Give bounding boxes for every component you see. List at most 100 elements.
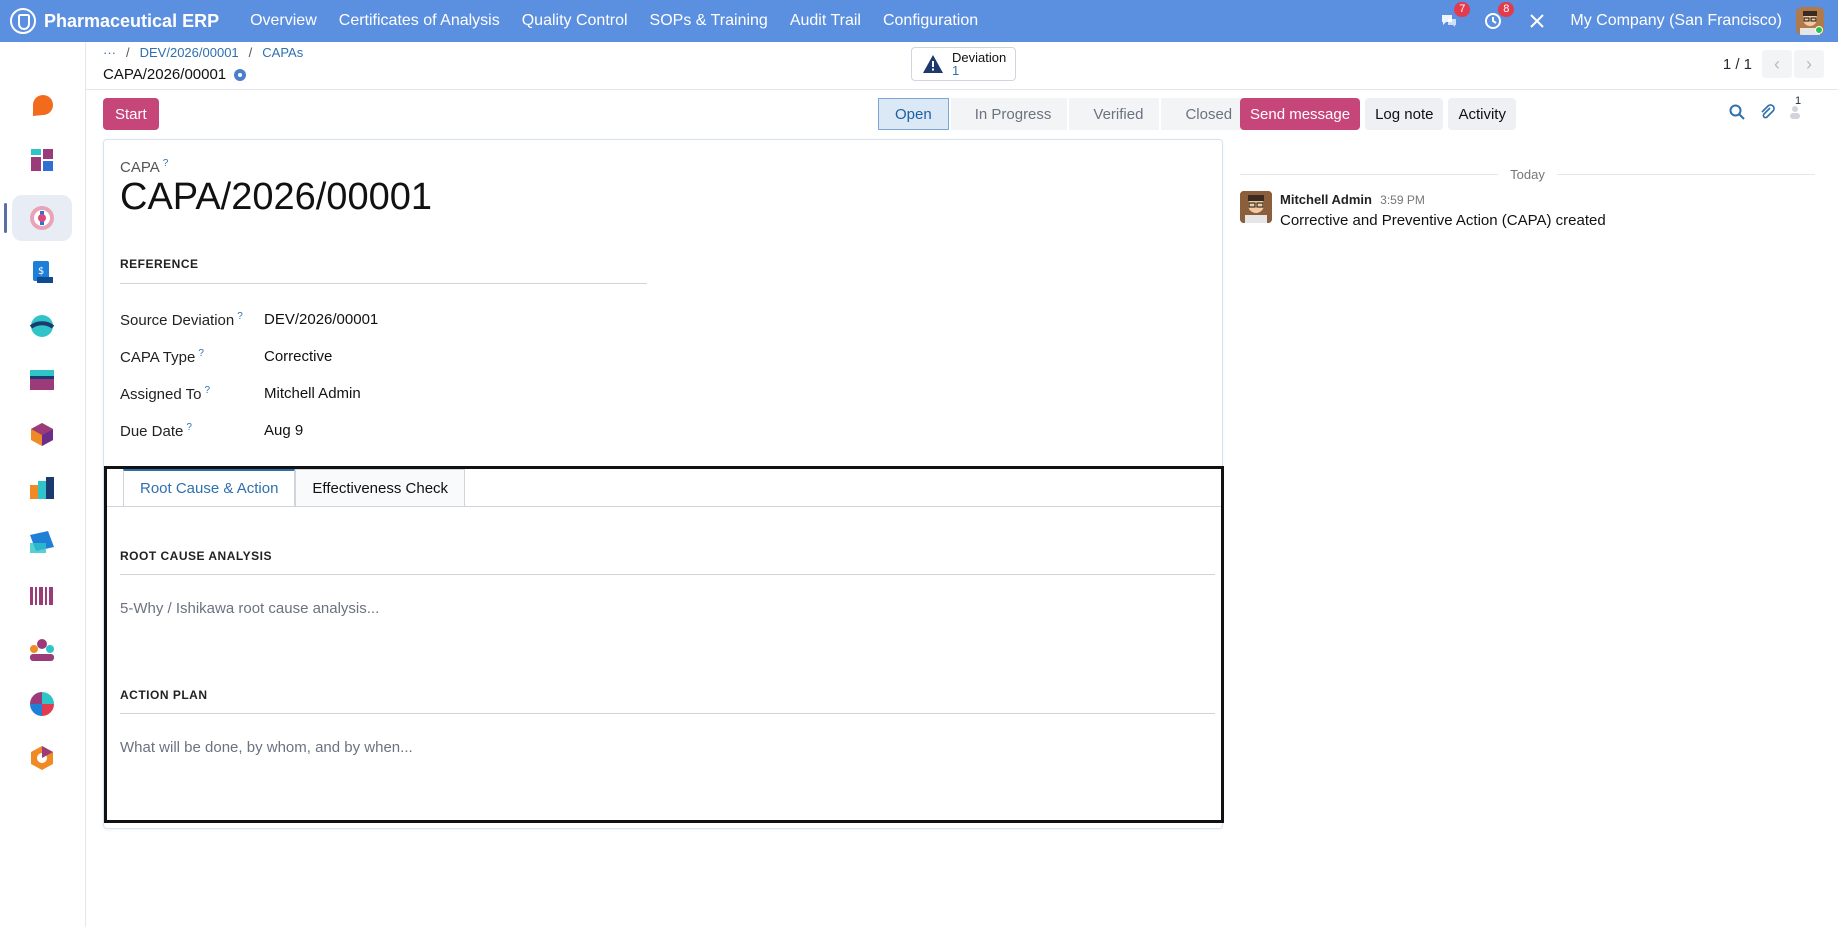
sidebar-app-discuss[interactable] [12,82,72,128]
action-plan-divider [120,713,1215,714]
messages-icon[interactable]: 7 [1438,2,1471,32]
app-logo-icon [10,8,36,34]
due-date-value[interactable]: Aug 9 [264,422,303,440]
breadcrumb-parent[interactable]: DEV/2026/00001 [140,45,239,60]
send-message-button[interactable]: Send message [1240,98,1361,130]
barcode-icon [30,587,53,605]
menu-quality-control[interactable]: Quality Control [522,12,628,30]
inventory-icon [31,423,53,446]
message-time: 3:59 PM [1380,193,1425,207]
field-due-date: Due Date? Aug 9 [120,422,303,440]
main-menu: Overview Certificates of Analysis Qualit… [239,12,989,30]
stage-closed[interactable]: Closed [1161,98,1249,130]
smart-button-text: Deviation 1 [952,51,1006,77]
chatter-message: Mitchell Admin 3:59 PM Corrective and Pr… [1240,191,1606,229]
top-navbar: Pharmaceutical ERP Overview Certificates… [0,0,1838,42]
field-capa-type: CAPA Type? Corrective [120,348,332,366]
pager: 1 / 1 ‹ › [1723,50,1824,78]
log-note-button[interactable]: Log note [1365,98,1444,130]
status-bar: Open In Progress Verified Closed [878,98,1250,130]
paperclip-icon[interactable] [1759,104,1775,120]
assigned-to-value[interactable]: Mitchell Admin [264,385,361,403]
tools-icon[interactable] [1526,10,1548,32]
record-title-text: CAPA/2026/00001 [103,66,227,83]
menu-configuration[interactable]: Configuration [883,12,978,30]
sidebar-app-quality[interactable] [12,195,72,241]
help-icon[interactable]: ? [163,158,169,169]
activity-button[interactable]: Activity [1448,98,1516,130]
sidebar-app-dashboard[interactable] [12,137,72,183]
discuss-icon [33,95,53,116]
message-content: Mitchell Admin 3:59 PM Corrective and Pr… [1280,191,1606,229]
activities-icon[interactable]: 8 [1482,2,1515,32]
company-switcher[interactable]: My Company (San Francisco) [1570,12,1782,30]
breadcrumb-list[interactable]: CAPAs [262,45,303,60]
sidebar-app-website[interactable] [12,303,72,349]
menu-certificates-of-analysis[interactable]: Certificates of Analysis [339,12,500,30]
message-header: Mitchell Admin 3:59 PM [1280,191,1606,208]
stage-open[interactable]: Open [878,98,949,130]
field-label: Source Deviation? [120,311,243,329]
gear-icon[interactable] [234,68,247,81]
message-body: Corrective and Preventive Action (CAPA) … [1280,212,1606,229]
author-avatar[interactable] [1240,191,1272,223]
sidebar-app-manufacturing[interactable] [12,465,72,511]
menu-overview[interactable]: Overview [250,12,317,30]
breadcrumb-ellipsis[interactable]: ··· [103,45,116,60]
chatter-actions: Send message Log note Activity [1240,98,1521,130]
source-deviation-value[interactable]: DEV/2026/00001 [264,311,378,329]
activities-badge: 8 [1498,2,1515,17]
field-label: Assigned To? [120,385,211,403]
start-button[interactable]: Start [103,98,159,130]
sidebar-app-inventory[interactable] [12,411,72,457]
smart-button-count: 1 [952,63,960,78]
field-source-deviation: Source Deviation? DEV/2026/00001 [120,311,378,329]
field-assigned-to: Assigned To? Mitchell Admin [120,385,361,403]
action-plan-field[interactable]: What will be done, by whom, and by when.… [120,739,413,756]
sidebar-app-purchase[interactable] [12,519,72,565]
capa-type-value[interactable]: Corrective [264,348,332,366]
help-icon[interactable]: ? [237,311,243,322]
field-label: CAPA Type? [120,348,204,366]
date-separator-label: Today [1510,167,1545,182]
tab-root-cause-action[interactable]: Root Cause & Action [123,469,296,506]
followers-count: 1 [1795,95,1802,107]
stage-verified[interactable]: Verified [1069,98,1160,130]
stage-in-progress[interactable]: In Progress [950,98,1068,130]
accounting-icon [30,370,54,390]
sidebar-app-reports[interactable] [12,681,72,727]
app-brand[interactable]: Pharmaceutical ERP [10,8,219,34]
pager-value[interactable]: 1 / 1 [1723,56,1752,73]
deviation-smart-button[interactable]: Deviation 1 [911,47,1016,81]
svg-text:$: $ [38,266,44,277]
pager-previous-button[interactable]: ‹ [1762,50,1792,78]
user-avatar[interactable] [1796,7,1824,35]
help-icon[interactable]: ? [204,385,210,396]
sidebar-app-accounting[interactable] [12,357,72,403]
quality-icon [30,206,54,230]
breadcrumb: ··· / DEV/2026/00001 / CAPAs [103,45,304,60]
warning-icon [923,55,943,73]
chatter-tools: 1 [1729,95,1815,120]
record-name[interactable]: CAPA/2026/00001 [120,176,432,219]
sidebar-app-barcode[interactable] [12,573,72,619]
tab-effectiveness-check[interactable]: Effectiveness Check [295,469,466,506]
sidebar-app-employees[interactable] [12,627,72,673]
followers-button[interactable]: 1 [1789,95,1801,119]
employees-icon [30,639,54,661]
dashboard-icon [31,149,53,171]
help-icon[interactable]: ? [198,348,204,359]
menu-sops-training[interactable]: SOPs & Training [650,12,768,30]
menu-audit-trail[interactable]: Audit Trail [790,12,861,30]
search-icon[interactable] [1729,104,1745,120]
reference-divider [120,283,647,284]
help-icon[interactable]: ? [186,422,192,433]
sidebar-app-settings[interactable] [12,735,72,781]
message-author[interactable]: Mitchell Admin [1280,192,1372,207]
website-icon [29,315,55,337]
root-cause-field[interactable]: 5-Why / Ishikawa root cause analysis... [120,600,379,617]
pager-next-button[interactable]: › [1794,50,1824,78]
settings-icon [31,746,53,770]
date-separator: Today [1240,167,1816,182]
sidebar-app-invoicing[interactable]: $ [12,249,72,295]
